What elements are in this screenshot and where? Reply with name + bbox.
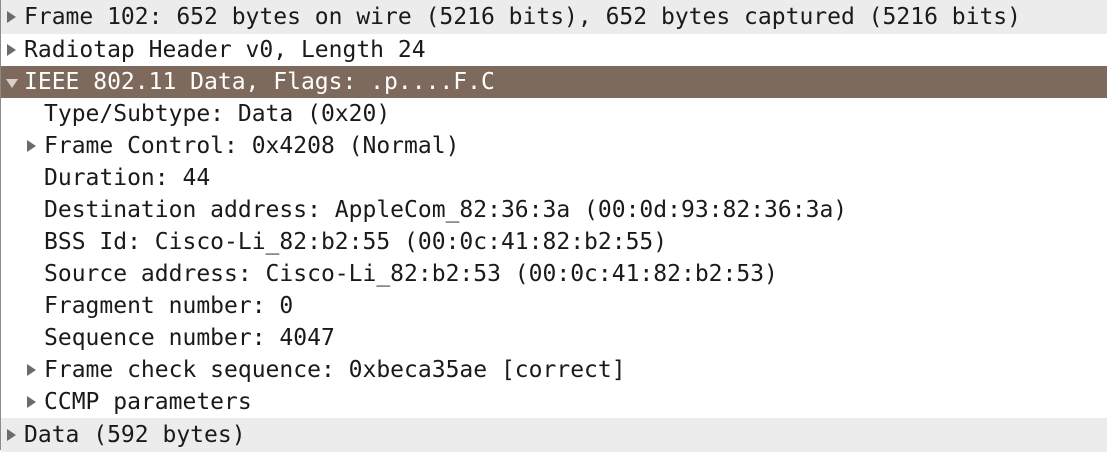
tree-row-bss-id[interactable]: BSS Id: Cisco-Li_82:b2:55 (00:0c:41:82:b… — [1, 226, 1107, 258]
tree-row-label: Frame check sequence: 0xbeca35ae [correc… — [44, 357, 626, 383]
tree-row-label: Radiotap Header v0, Length 24 — [24, 37, 426, 63]
expand-arrow-icon[interactable] — [21, 130, 41, 162]
expand-arrow-icon[interactable] — [21, 354, 41, 386]
tree-row-fragment-number[interactable]: Fragment number: 0 — [1, 290, 1107, 322]
tree-row-label: IEEE 802.11 Data, Flags: .p....F.C — [24, 69, 495, 95]
tree-row-sequence-number[interactable]: Sequence number: 4047 — [1, 322, 1107, 354]
expand-arrow-icon[interactable] — [1, 1, 21, 33]
tree-row-frame[interactable]: Frame 102: 652 bytes on wire (5216 bits)… — [1, 0, 1107, 34]
expand-arrow-icon[interactable] — [1, 34, 21, 66]
tree-row-label: Data (592 bytes) — [24, 422, 246, 448]
tree-row-destination-address[interactable]: Destination address: AppleCom_82:36:3a (… — [1, 194, 1107, 226]
tree-row-type-subtype[interactable]: Type/Subtype: Data (0x20) — [1, 98, 1107, 130]
tree-row-radiotap[interactable]: Radiotap Header v0, Length 24 — [1, 34, 1107, 66]
collapse-arrow-icon[interactable] — [1, 66, 21, 98]
tree-row-label: Fragment number: 0 — [44, 293, 294, 319]
tree-row-label: Sequence number: 4047 — [44, 325, 335, 351]
packet-details-tree: Frame 102: 652 bytes on wire (5216 bits)… — [0, 0, 1107, 452]
tree-row-label: Frame 102: 652 bytes on wire (5216 bits)… — [24, 4, 1021, 30]
tree-row-source-address[interactable]: Source address: Cisco-Li_82:b2:53 (00:0c… — [1, 258, 1107, 290]
tree-row-frame-check-sequence[interactable]: Frame check sequence: 0xbeca35ae [correc… — [1, 354, 1107, 386]
tree-row-label: Duration: 44 — [44, 165, 211, 191]
tree-row-label: BSS Id: Cisco-Li_82:b2:55 (00:0c:41:82:b… — [44, 229, 668, 255]
tree-row-label: Source address: Cisco-Li_82:b2:53 (00:0c… — [44, 261, 778, 287]
tree-row-label: Type/Subtype: Data (0x20) — [44, 101, 391, 127]
tree-row-label: Destination address: AppleCom_82:36:3a (… — [44, 197, 848, 223]
tree-row-label: CCMP parameters — [44, 389, 252, 415]
expand-arrow-icon[interactable] — [21, 386, 41, 418]
tree-row-duration[interactable]: Duration: 44 — [1, 162, 1107, 194]
expand-arrow-icon[interactable] — [1, 419, 21, 451]
tree-row-data[interactable]: Data (592 bytes) — [1, 418, 1107, 452]
tree-row-label: Frame Control: 0x4208 (Normal) — [44, 133, 460, 159]
tree-row-ieee80211-selected[interactable]: IEEE 802.11 Data, Flags: .p....F.C — [1, 66, 1107, 98]
tree-row-frame-control[interactable]: Frame Control: 0x4208 (Normal) — [1, 130, 1107, 162]
tree-row-ccmp-parameters[interactable]: CCMP parameters — [1, 386, 1107, 418]
